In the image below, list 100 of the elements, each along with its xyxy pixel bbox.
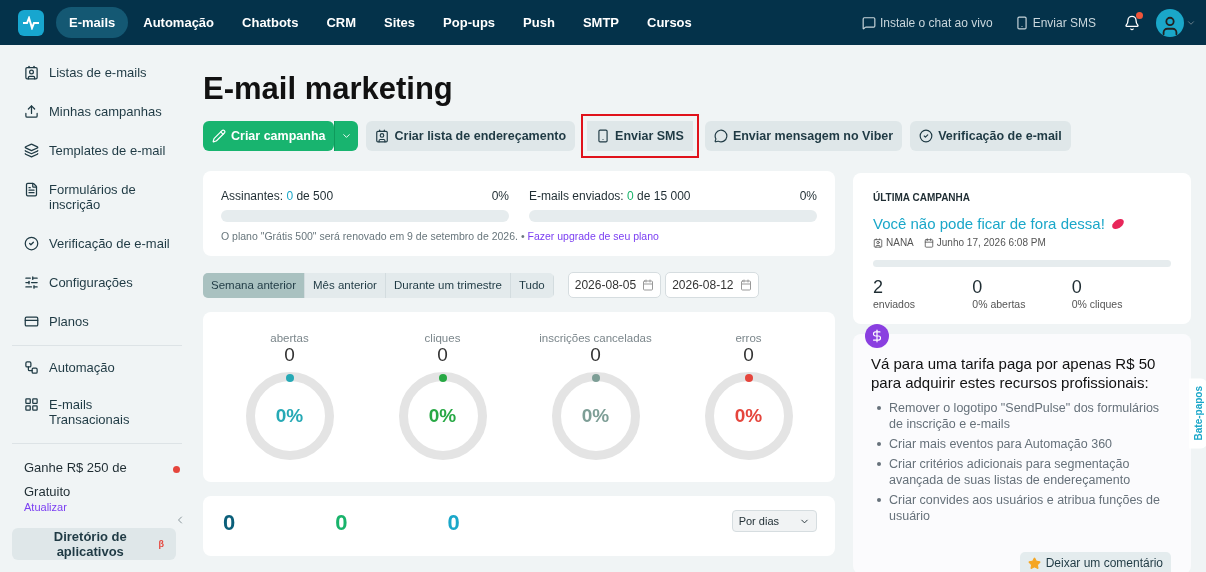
upload-icon (24, 104, 39, 119)
bullet-icon (877, 462, 881, 466)
date-field[interactable]: 2026-08-05 (567, 272, 662, 298)
check-circle-icon (919, 129, 934, 143)
period-tab[interactable]: Durante um trimestre (385, 272, 511, 298)
period-tab[interactable]: Semana anterior (203, 272, 306, 298)
action-button[interactable]: Enviar mensagem no Viber (704, 121, 903, 151)
calendar-icon (923, 237, 934, 248)
metric-label: 0% abertas (972, 298, 1027, 310)
sidebar-item[interactable]: Automação (12, 360, 182, 375)
calendar-icon (642, 279, 655, 291)
contact-card-icon (24, 65, 39, 80)
sidebar-item[interactable]: Minhas campanhas (12, 104, 182, 119)
sidebar-item[interactable]: Planos (12, 314, 182, 329)
stat-label: erros (735, 332, 762, 344)
stat-percent: 0% (734, 405, 763, 427)
logo-icon[interactable] (18, 9, 44, 36)
avatar[interactable] (1156, 8, 1184, 37)
sidebar-item[interactable]: Configurações (12, 275, 182, 290)
stat-percent: 0% (581, 405, 610, 427)
nav-tab[interactable]: E-mails (56, 7, 129, 38)
usage-percent: 0% (799, 189, 817, 203)
calendar-icon (739, 279, 752, 291)
sidebar-item[interactable]: Formulários de inscrição (12, 182, 182, 212)
total-value: 0 (335, 510, 348, 536)
feature-item: Criar mais eventos para Automação 360 (889, 436, 1113, 452)
sender-name: NANA (873, 237, 914, 248)
stat-percent: 0% (275, 405, 304, 427)
stat-value: 0 (437, 344, 448, 366)
page-title: E-mail marketing (203, 71, 454, 107)
section-heading: ÚLTIMA CAMPANHA (873, 192, 971, 203)
nav-tab[interactable]: SMTP (569, 7, 632, 38)
date-field[interactable]: 2026-08-12 (665, 272, 759, 298)
metric-value: 0 (972, 277, 984, 298)
action-button[interactable]: Enviar SMS (581, 114, 699, 158)
campaign-date: Junho 17, 2026 6:08 PM (923, 237, 1046, 248)
sliders-icon (24, 275, 39, 290)
plan-note: O plano "Grátis 500" será renovado em 9 de setembro de 2026. • Fazer upgrade de seu plano (221, 230, 660, 242)
nav-tab[interactable]: Push (510, 7, 568, 38)
period-tab[interactable]: Mês anterior (305, 272, 386, 298)
nav-tab[interactable]: Automação (130, 7, 228, 38)
upgrade-plan-link[interactable]: Fazer upgrade de seu plano (527, 230, 659, 242)
stat-label: abertas (270, 332, 309, 344)
card-icon (24, 314, 39, 329)
phone-icon (596, 129, 611, 143)
total-value: 0 (447, 510, 460, 536)
chat-icon (861, 15, 876, 30)
sidebar-item[interactable]: Verificação de e-mail (12, 236, 182, 251)
total-value: 0 (223, 510, 236, 536)
feature-item: Criar convides aos usuários e atribua funções de usuário (889, 492, 1161, 524)
usage-label: E-mails enviados: 0 de 15 000 (529, 189, 691, 203)
stat-label: inscrições canceladas (539, 332, 652, 344)
star-icon (1027, 556, 1041, 570)
nav-tab[interactable]: CRM (313, 7, 369, 38)
stat-label: cliques (424, 332, 461, 344)
form-icon (24, 182, 39, 197)
metric-label: enviados (873, 298, 917, 310)
live-chat-link[interactable]: Instale o chat ao vivo (861, 15, 993, 30)
dropdown-button[interactable] (334, 121, 359, 151)
metric-value: 0 (1071, 277, 1083, 298)
contact-card-icon (873, 237, 883, 248)
stat-percent: 0% (428, 405, 457, 427)
upgrade-title: Vá para uma tarifa paga por apenas R$ 50 para adquirir estes recursos profissionais: (871, 354, 1157, 392)
chat-bubble-icon (713, 129, 728, 143)
nav-tab[interactable]: Cursos (634, 7, 705, 38)
bullet-icon (877, 442, 881, 446)
grid-icon (24, 397, 39, 412)
phone-icon (1014, 15, 1029, 30)
group-by-select[interactable]: Por dias (731, 510, 817, 532)
pencil-icon (212, 129, 226, 143)
action-button[interactable]: Verificação de e-mail (910, 121, 1071, 151)
metric-value: 2 (873, 277, 884, 298)
nav-tab[interactable]: Chatbots (229, 7, 312, 38)
stat-value: 0 (590, 344, 601, 366)
plan-name: Gratuito (24, 484, 72, 499)
send-sms-link[interactable]: Enviar SMS (1014, 15, 1096, 30)
layers-icon (24, 143, 39, 158)
contact-card-icon (375, 129, 390, 143)
flow-icon (24, 360, 39, 375)
upgrade-link[interactable]: Atualizar (24, 501, 67, 513)
feedback-button[interactable]: Deixar um comentário (1019, 552, 1171, 572)
bullet-icon (877, 498, 881, 502)
feature-item: Remover o logotipo "SendPulse" dos formulários de inscrição e e-mails (889, 400, 1161, 432)
usage-percent: 0% (491, 189, 509, 203)
alert-dot (173, 466, 180, 473)
bullet-icon (877, 406, 881, 410)
usage-label: Assinantes: 0 de 500 (221, 189, 334, 203)
action-button[interactable]: Criar lista de endereçamento (366, 121, 576, 151)
period-tab[interactable]: Tudo (510, 272, 554, 298)
notifications-bell-icon[interactable] (1124, 14, 1140, 31)
metric-label: 0% cliques (1071, 298, 1124, 310)
stat-value: 0 (743, 344, 754, 366)
sidebar-item[interactable]: Templates de e-mail (12, 143, 182, 158)
nav-tab[interactable]: Pop-ups (430, 7, 509, 38)
check-circle-icon (24, 236, 39, 251)
sidebar-item[interactable]: Listas de e-mails (12, 65, 182, 80)
nav-tab[interactable]: Sites (371, 7, 429, 38)
feature-item: Criar critérios adicionais para segmentação avançada de suas listas de endereçamento (889, 456, 1132, 488)
stat-value: 0 (284, 344, 295, 366)
sidebar-item[interactable]: E-mails Transacionais (12, 397, 182, 427)
